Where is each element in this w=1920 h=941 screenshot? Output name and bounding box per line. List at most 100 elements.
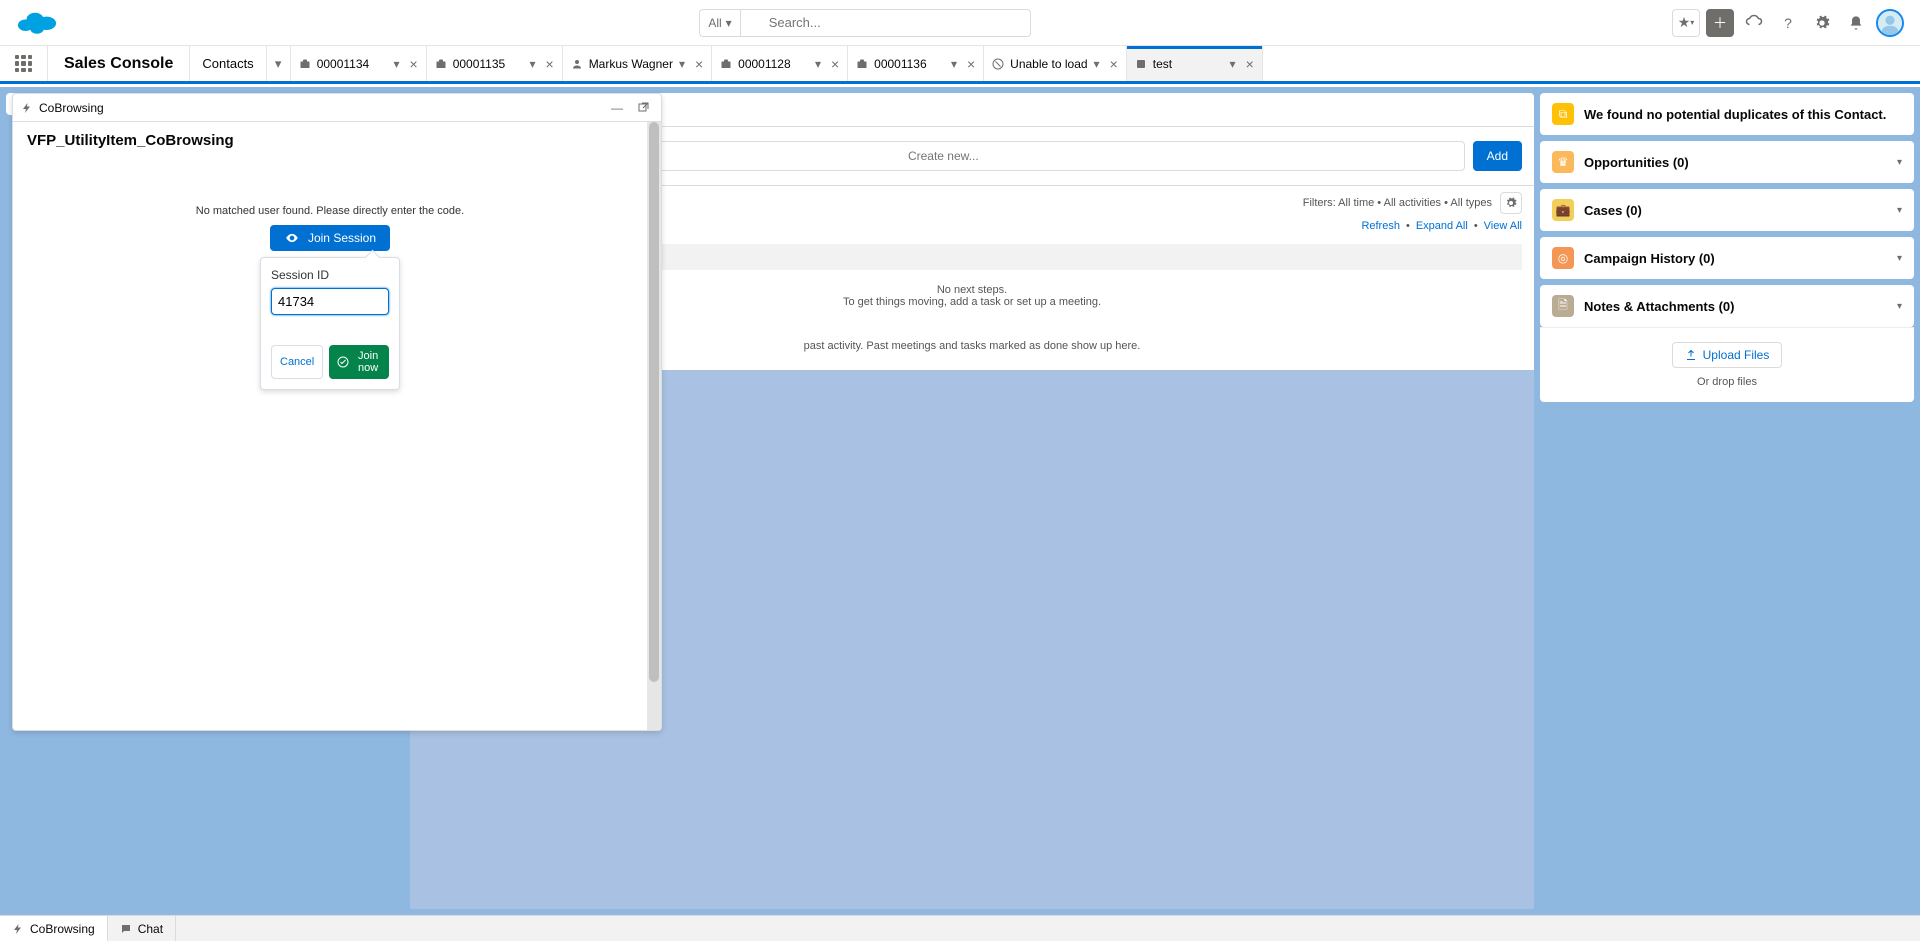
notes-attachments-card[interactable]: 🗎 Notes & Attachments (0) ▾ — [1540, 285, 1914, 327]
cases-title: Cases (0) — [1584, 203, 1642, 218]
chevron-down-icon: ▾ — [1897, 205, 1902, 216]
upload-icon — [1685, 349, 1697, 361]
close-tab-icon[interactable]: × — [967, 56, 975, 72]
upload-files-area[interactable]: Upload Files Or drop files — [1540, 327, 1914, 402]
duplicates-card[interactable]: ⧉ We found no potential duplicates of th… — [1540, 93, 1914, 135]
tab-type-icon — [299, 58, 311, 70]
campaign-icon: ◎ — [1552, 247, 1574, 269]
panel-title: CoBrowsing — [39, 101, 104, 115]
search-scope-label: All — [708, 16, 721, 30]
campaign-title: Campaign History (0) — [1584, 251, 1715, 266]
campaign-history-card[interactable]: ◎ Campaign History (0) ▾ — [1540, 237, 1914, 279]
utility-chat-label: Chat — [138, 922, 163, 936]
activity-settings-gear-icon[interactable] — [1500, 192, 1522, 214]
session-id-label: Session ID — [271, 268, 389, 282]
nav-object-dropdown[interactable]: Contacts ▾ — [190, 46, 290, 81]
tab-type-icon — [435, 58, 447, 70]
chevron-down-icon: ▾ — [726, 16, 732, 30]
join-session-label: Join Session — [308, 231, 376, 245]
refresh-link[interactable]: Refresh — [1361, 220, 1400, 232]
eye-icon — [284, 231, 300, 245]
search-scope-dropdown[interactable]: All ▾ — [699, 9, 740, 37]
lightning-icon — [21, 102, 33, 114]
help-button[interactable]: ? — [1774, 9, 1802, 37]
cancel-button[interactable]: Cancel — [271, 345, 323, 379]
minimize-button[interactable]: — — [607, 101, 627, 115]
tab-type-icon — [992, 58, 1004, 70]
view-all-link[interactable]: View All — [1484, 220, 1522, 232]
tab-type-icon — [720, 58, 732, 70]
workspace-tab[interactable]: 00001128 ▾ × — [712, 46, 848, 81]
close-tab-icon[interactable]: × — [1246, 56, 1254, 72]
duplicates-text: We found no potential duplicates of this… — [1584, 107, 1886, 122]
workspace-tab[interactable]: Unable to load ▾ × — [984, 46, 1127, 81]
utility-cobrowsing[interactable]: CoBrowsing — [0, 916, 108, 941]
tab-label: Markus Wagner — [589, 57, 673, 71]
upload-files-button[interactable]: Upload Files — [1672, 342, 1783, 368]
tab-label: test — [1153, 57, 1172, 71]
opportunities-title: Opportunities (0) — [1584, 155, 1689, 170]
setup-gear-icon[interactable] — [1808, 9, 1836, 37]
close-tab-icon[interactable]: × — [546, 56, 554, 72]
chat-icon — [120, 923, 132, 935]
chevron-down-icon: ▾ — [1897, 253, 1902, 264]
salesforce-help-icon[interactable] — [1740, 9, 1768, 37]
tab-type-icon — [571, 58, 583, 70]
tab-label: 00001136 — [874, 57, 927, 71]
opportunity-icon: ♛ — [1552, 151, 1574, 173]
workspace-tab[interactable]: test ▾ × — [1127, 46, 1263, 81]
tab-label: 00001135 — [453, 57, 506, 71]
chevron-down-icon[interactable]: ▾ — [815, 57, 821, 71]
chevron-down-icon[interactable]: ▾ — [1094, 57, 1100, 71]
chevron-down-icon[interactable]: ▾ — [679, 57, 685, 71]
session-id-popover: Session ID Cancel Join now — [260, 257, 400, 390]
session-id-input[interactable] — [271, 288, 389, 315]
workspace-tab[interactable]: 00001134 ▾ × — [291, 46, 427, 81]
tab-label: 00001128 — [738, 57, 791, 71]
close-tab-icon[interactable]: × — [831, 56, 839, 72]
pop-out-button[interactable] — [633, 102, 653, 114]
global-header: All ▾ ★▾ ＋ ? — [0, 0, 1920, 46]
favorites-button[interactable]: ★▾ — [1672, 9, 1700, 37]
app-launcher-button[interactable] — [0, 46, 48, 81]
close-tab-icon[interactable]: × — [410, 56, 418, 72]
global-actions-button[interactable]: ＋ — [1706, 9, 1734, 37]
close-tab-icon[interactable]: × — [1110, 56, 1118, 72]
tab-type-icon — [1135, 58, 1147, 70]
add-button[interactable]: Add — [1473, 141, 1522, 171]
check-circle-icon — [337, 356, 349, 368]
app-name: Sales Console — [48, 46, 190, 81]
join-now-button[interactable]: Join now — [329, 345, 389, 379]
notifications-bell-icon[interactable] — [1842, 9, 1870, 37]
global-search-input[interactable] — [741, 9, 1031, 37]
salesforce-logo[interactable] — [16, 8, 58, 38]
workspace-tab[interactable]: 00001136 ▾ × — [848, 46, 984, 81]
cases-card[interactable]: 💼 Cases (0) ▾ — [1540, 189, 1914, 231]
tab-label: 00001134 — [317, 57, 370, 71]
upload-label: Upload Files — [1703, 348, 1770, 362]
drop-files-text: Or drop files — [1554, 376, 1900, 388]
utility-chat[interactable]: Chat — [108, 916, 176, 941]
chevron-down-icon[interactable]: ▾ — [1230, 57, 1236, 71]
expand-all-link[interactable]: Expand All — [1416, 220, 1468, 232]
tab-label: Unable to load — [1010, 57, 1087, 71]
activity-filters-text: Filters: All time • All activities • All… — [1303, 197, 1492, 209]
chevron-down-icon: ▾ — [1897, 301, 1902, 312]
nav-bar: Sales Console Contacts ▾ 00001134▾×00001… — [0, 46, 1920, 84]
panel-scrollbar[interactable] — [647, 122, 661, 730]
chevron-down-icon[interactable]: ▾ — [393, 57, 399, 71]
opportunities-card[interactable]: ♛ Opportunities (0) ▾ — [1540, 141, 1914, 183]
user-avatar[interactable] — [1876, 9, 1904, 37]
chevron-down-icon[interactable]: ▾ — [951, 57, 957, 71]
no-match-message: No matched user found. Please directly e… — [27, 205, 633, 217]
workspace-tab[interactable]: 00001135 ▾ × — [427, 46, 563, 81]
vfp-title: VFP_UtilityItem_CoBrowsing — [27, 132, 633, 149]
chevron-down-icon[interactable]: ▾ — [529, 57, 535, 71]
case-icon: 💼 — [1552, 199, 1574, 221]
workspace-tab[interactable]: Markus Wagner ▾ × — [563, 46, 712, 81]
nav-object-label: Contacts — [190, 46, 265, 81]
chevron-down-icon: ▾ — [1897, 157, 1902, 168]
close-tab-icon[interactable]: × — [695, 56, 703, 72]
scrollbar-thumb[interactable] — [649, 122, 659, 682]
join-session-button[interactable]: Join Session — [270, 225, 390, 251]
